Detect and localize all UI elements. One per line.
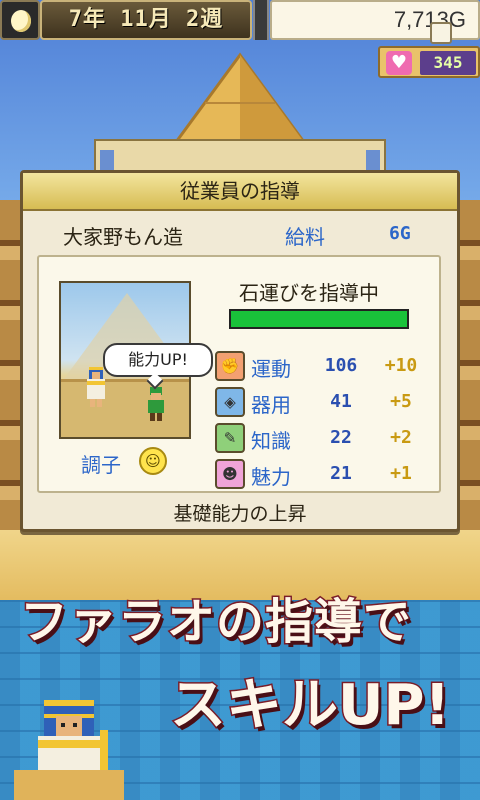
status-bar: 7年 11月 2週 7,713G [0,0,480,42]
hearts-counter[interactable]: ♥ 345 [378,46,480,78]
stat-row: ✊ 運動 106 +10 [215,351,435,383]
stat-row: ☻ 魅力 21 +1 [215,459,435,491]
sports-icon: ✊ [215,351,245,381]
time-of-day-button[interactable] [0,0,40,40]
stat-label: 知識 [251,429,291,453]
stat-label: 器用 [251,393,291,417]
charm-icon: ☻ [215,459,245,489]
training-progress-bar [229,309,409,329]
training-task: 石運びを指導中 [239,281,379,305]
salary-label: 給料 [285,225,325,249]
stat-increase: +1 [390,463,412,484]
condition-label: 調子 [81,453,121,477]
dialog-title: 従業員の指導 [23,173,457,211]
hearts-value: 345 [420,51,476,75]
training-dialog: 従業員の指導 大家野もん造 給料 6G 能力UP! 調子 ☺ 石運びを指導中 ✊… [20,170,460,532]
stat-label: 運動 [251,357,291,381]
stat-value: 106 [324,355,358,376]
employee-name: 大家野もん造 [63,225,183,249]
close-button[interactable] [430,22,452,44]
stat-label: 魅力 [251,465,291,489]
training-detail-box: 能力UP! 調子 ☺ 石運びを指導中 ✊ 運動 106 +10 ◈ 器用 41 … [37,255,441,493]
stat-increase: +5 [390,391,412,412]
stat-value: 41 [330,391,352,412]
pharaoh-sprite [87,367,105,407]
dexterity-icon: ◈ [215,387,245,417]
promo-headline: ファラオの指導で [19,593,413,652]
pharaoh-mascot [14,700,124,800]
stat-value: 21 [330,463,352,484]
training-progress-fill [231,311,407,327]
stat-row: ◈ 器用 41 +5 [215,387,435,419]
stat-increase: +2 [390,427,412,448]
promo-subheadline: スキルUP! [169,672,452,740]
stat-increase: +10 [384,355,418,376]
smiley-icon: ☺ [139,447,167,475]
moon-icon [11,10,31,32]
heart-icon: ♥ [386,51,412,75]
salary-value: 6G [389,223,411,244]
training-effect-text: 基礎能力の上昇 [173,503,307,525]
ability-up-bubble: 能力UP! [103,343,213,377]
status-divider [253,0,269,40]
knowledge-icon: ✎ [215,423,245,453]
employee-sprite [148,387,164,421]
stat-row: ✎ 知識 22 +2 [215,423,435,455]
stat-value: 22 [330,427,352,448]
game-date: 7年 11月 2週 [40,0,252,40]
